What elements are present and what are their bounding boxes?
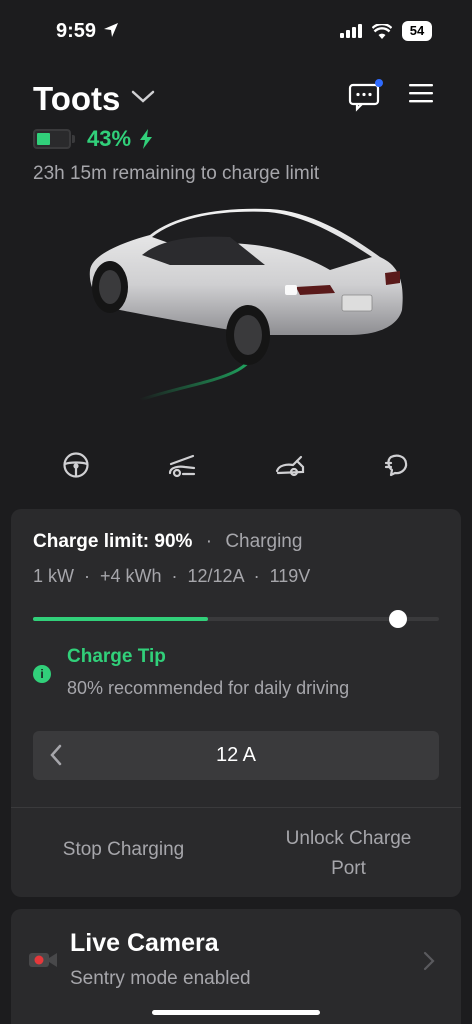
- video-camera-icon: [29, 953, 57, 967]
- quick-controls: [0, 447, 472, 483]
- steering-wheel-button[interactable]: [58, 447, 94, 483]
- info-icon: i: [33, 665, 51, 683]
- phone-battery-indicator: 54: [402, 21, 432, 41]
- charge-limit-line: Charge limit: 90% · Charging: [33, 531, 302, 553]
- charge-level-fill: [33, 617, 208, 621]
- live-camera-title: Live Camera: [70, 929, 219, 957]
- notification-dot: [375, 79, 383, 87]
- car-battery-icon: [33, 129, 71, 149]
- chevron-down-icon[interactable]: [130, 88, 156, 106]
- charging-state: Charging: [225, 531, 303, 552]
- charge-amps-value: 12 A: [215, 744, 257, 766]
- separator-dot: ·: [205, 531, 213, 552]
- battery-status: 43%: [33, 126, 153, 152]
- stop-charging-button[interactable]: Stop Charging: [41, 839, 206, 861]
- charge-amps-control: 12 A: [33, 731, 439, 780]
- messages-icon[interactable]: [347, 78, 387, 112]
- trunk-icon: [275, 455, 305, 477]
- charge-limit-slider[interactable]: [33, 610, 439, 628]
- unlock-charge-port-button[interactable]: Unlock Charge Port: [266, 824, 431, 884]
- status-indicators: 54: [340, 21, 432, 41]
- frunk-icon: [168, 454, 196, 478]
- frunk-button[interactable]: [164, 447, 200, 483]
- car-battery-fill: [37, 133, 50, 145]
- status-time: 9:59: [56, 20, 97, 42]
- cellular-signal-icon: [340, 24, 362, 38]
- car-image: [89, 208, 403, 402]
- charge-tip-title: Charge Tip: [67, 646, 166, 667]
- battery-percent: 43%: [87, 126, 132, 151]
- card-divider: [11, 807, 461, 808]
- charge-limit-label[interactable]: Charge limit: 90%: [33, 531, 192, 552]
- sentry-mode-status: Sentry mode enabled: [70, 968, 251, 989]
- charge-port-icon: [384, 454, 408, 477]
- trunk-button[interactable]: [272, 447, 308, 483]
- live-camera-card[interactable]: Live Camera Sentry mode enabled: [11, 909, 461, 1024]
- charge-port-button[interactable]: [379, 447, 415, 483]
- steering-wheel-icon: [63, 452, 89, 478]
- chevron-right-icon[interactable]: [423, 951, 435, 971]
- charging-bolt-icon: [140, 129, 153, 149]
- home-indicator[interactable]: [152, 1010, 320, 1015]
- charge-tip-body: 80% recommended for daily driving: [67, 678, 350, 698]
- car-name[interactable]: Toots: [33, 80, 120, 118]
- location-arrow-icon: [104, 23, 118, 37]
- wifi-icon: [372, 23, 392, 39]
- charge-limit-handle[interactable]: [389, 610, 408, 628]
- charge-stats: 1 kW · +4 kWh · 12/12A · 119V: [33, 566, 311, 586]
- status-bar: 9:59 54: [0, 0, 472, 64]
- hamburger-menu-icon[interactable]: [408, 82, 434, 104]
- charge-remaining-text: 23h 15m remaining to charge limit: [33, 163, 320, 184]
- charging-card: Charge limit: 90% · Charging 1 kW · +4 k…: [11, 509, 461, 897]
